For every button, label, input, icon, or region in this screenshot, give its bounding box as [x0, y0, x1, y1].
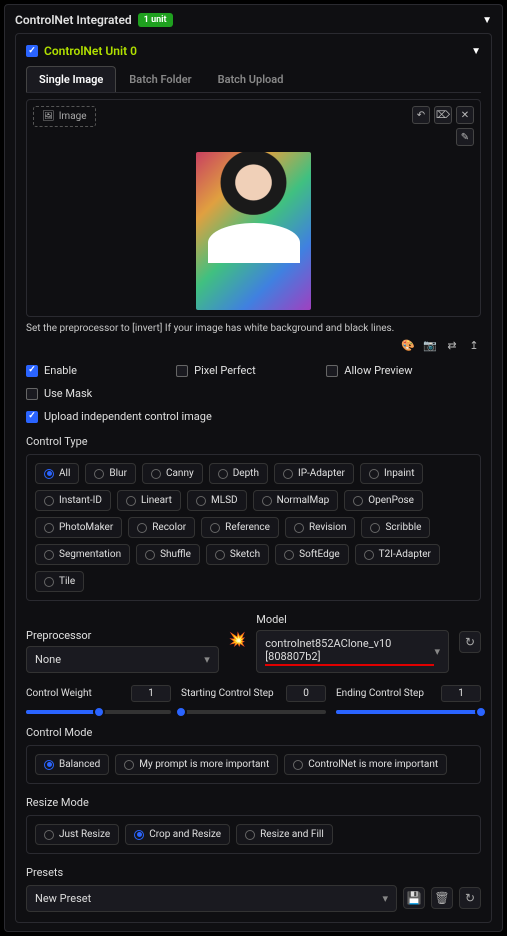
upload-independent-toggle[interactable]: Upload independent control image — [26, 410, 481, 423]
control-weight-slider[interactable] — [26, 710, 171, 714]
ct-depth[interactable]: Depth — [209, 463, 268, 484]
image-preview — [196, 152, 311, 310]
ct-lineart[interactable]: Lineart — [117, 490, 181, 511]
rm-just-resize[interactable]: Just Resize — [35, 824, 119, 845]
ct-reference[interactable]: Reference — [201, 517, 279, 538]
save-preset-button[interactable]: 💾 — [403, 887, 425, 909]
image-icon: 🖼 — [42, 111, 55, 122]
control-weight-label: Control Weight — [26, 688, 92, 699]
palette-icon[interactable]: 🎨 — [401, 338, 415, 352]
unit-collapse-icon[interactable]: ▼ — [471, 46, 481, 57]
ct-tile[interactable]: Tile — [35, 571, 84, 592]
brush-button[interactable]: ✎ — [456, 128, 474, 146]
model-select[interactable]: controlnet852AClone_v10 [808807b2]▾ — [256, 630, 449, 673]
collapse-icon[interactable]: ▼ — [482, 15, 492, 26]
delete-preset-button[interactable]: 🗑 — [431, 887, 453, 909]
ct-photomaker[interactable]: PhotoMaker — [35, 517, 122, 538]
control-type-label: Control Type — [26, 435, 481, 448]
cm-prompt-important[interactable]: My prompt is more important — [115, 754, 278, 775]
rm-resize-fill[interactable]: Resize and Fill — [236, 824, 333, 845]
ct-instant-id[interactable]: Instant-ID — [35, 490, 111, 511]
cm-controlnet-important[interactable]: ControlNet is more important — [284, 754, 447, 775]
tab-single-image[interactable]: Single Image — [26, 66, 116, 92]
control-type-group: All Blur Canny Depth IP-Adapter Inpaint … — [26, 454, 481, 601]
image-upload-button[interactable]: 🖼 Image — [33, 106, 96, 127]
control-mode-group: Balanced My prompt is more important Con… — [26, 745, 481, 784]
unit-count-badge: 1 unit — [138, 13, 173, 27]
use-mask-toggle[interactable]: Use Mask — [26, 387, 481, 400]
unit-title: ControlNet Unit 0 — [44, 44, 137, 58]
chevron-down-icon: ▾ — [434, 645, 440, 658]
cm-balanced[interactable]: Balanced — [35, 754, 109, 775]
ct-blur[interactable]: Blur — [85, 463, 136, 484]
chevron-down-icon: ▾ — [382, 892, 388, 905]
unit-enable-checkbox[interactable] — [26, 45, 38, 57]
enable-toggle[interactable]: Enable — [26, 364, 176, 377]
ct-softedge[interactable]: SoftEdge — [275, 544, 349, 565]
panel-title: ControlNet Integrated — [15, 13, 132, 27]
start-step-label: Starting Control Step — [181, 688, 274, 699]
preprocessor-label: Preprocessor — [26, 629, 219, 642]
swap-icon[interactable]: ⇄ — [445, 338, 459, 352]
resize-mode-group: Just Resize Crop and Resize Resize and F… — [26, 815, 481, 854]
presets-label: Presets — [26, 866, 481, 879]
ct-shuffle[interactable]: Shuffle — [136, 544, 200, 565]
allow-preview-toggle[interactable]: Allow Preview — [326, 364, 476, 377]
erase-button[interactable]: ⌦ — [434, 106, 452, 124]
camera-icon[interactable]: 📷 — [423, 338, 437, 352]
tab-batch-folder[interactable]: Batch Folder — [116, 66, 204, 92]
end-step-slider[interactable] — [336, 710, 481, 714]
explode-icon[interactable]: 💥 — [229, 632, 246, 654]
control-weight-value[interactable]: 1 — [131, 685, 171, 702]
start-step-slider[interactable] — [181, 710, 326, 714]
ct-all[interactable]: All — [35, 463, 79, 484]
end-step-value[interactable]: 1 — [441, 685, 481, 702]
send-up-icon[interactable]: ↥ — [467, 338, 481, 352]
model-label: Model — [256, 613, 449, 626]
preset-select[interactable]: New Preset▾ — [26, 885, 397, 912]
start-step-value[interactable]: 0 — [286, 685, 326, 702]
refresh-preset-button[interactable]: ↻ — [459, 887, 481, 909]
pixel-perfect-toggle[interactable]: Pixel Perfect — [176, 364, 326, 377]
preprocessor-hint: Set the preprocessor to [invert] If your… — [26, 323, 481, 334]
ct-openpose[interactable]: OpenPose — [344, 490, 423, 511]
ct-normalmap[interactable]: NormalMap — [253, 490, 339, 511]
control-mode-label: Control Mode — [26, 726, 481, 739]
ct-inpaint[interactable]: Inpaint — [360, 463, 424, 484]
refresh-model-button[interactable]: ↻ — [459, 631, 481, 653]
end-step-label: Ending Control Step — [336, 688, 424, 699]
ct-revision[interactable]: Revision — [285, 517, 356, 538]
image-drop-area[interactable]: 🖼 Image ↶ ⌦ ✕ ✎ — [26, 99, 481, 317]
ct-segmentation[interactable]: Segmentation — [35, 544, 130, 565]
ct-mlsd[interactable]: MLSD — [187, 490, 247, 511]
ct-recolor[interactable]: Recolor — [128, 517, 195, 538]
preprocessor-select[interactable]: None▾ — [26, 646, 219, 673]
tab-batch-upload[interactable]: Batch Upload — [205, 66, 297, 92]
chevron-down-icon: ▾ — [204, 653, 210, 666]
close-button[interactable]: ✕ — [456, 106, 474, 124]
rm-crop-resize[interactable]: Crop and Resize — [125, 824, 230, 845]
resize-mode-label: Resize Mode — [26, 796, 481, 809]
ct-sketch[interactable]: Sketch — [206, 544, 269, 565]
undo-button[interactable]: ↶ — [412, 106, 430, 124]
ct-ip-adapter[interactable]: IP-Adapter — [274, 463, 354, 484]
ct-scribble[interactable]: Scribble — [361, 517, 430, 538]
ct-canny[interactable]: Canny — [142, 463, 203, 484]
ct-t2i-adapter[interactable]: T2I-Adapter — [355, 544, 440, 565]
